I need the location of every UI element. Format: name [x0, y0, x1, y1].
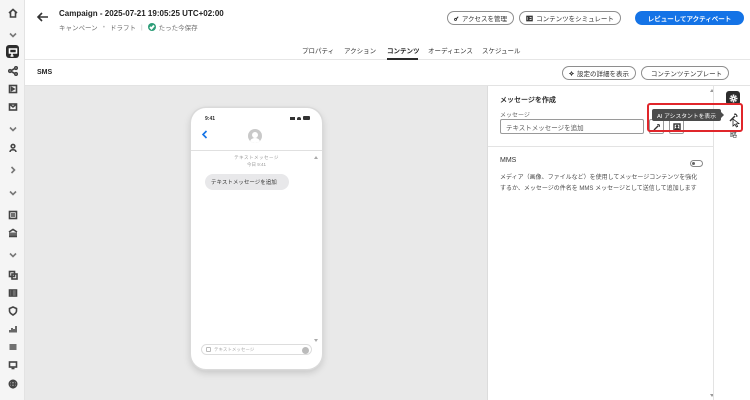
panel-divider [488, 146, 713, 147]
mouse-cursor-icon [732, 118, 741, 128]
chevron-down-icon[interactable] [6, 28, 19, 41]
monitor-icon[interactable] [6, 358, 19, 371]
mms-description: メディア（画像、ファイルなど）を使用してメッセージコンテンツを強化するか、メッセ… [500, 175, 698, 192]
home-icon[interactable] [6, 6, 19, 19]
chevron-down-icon[interactable] [6, 248, 19, 261]
message-timestamp: 今日 9:41 [246, 162, 266, 167]
mms-section-title: MMS [500, 157, 517, 164]
phone-divider [191, 150, 322, 151]
content-icon[interactable] [6, 82, 19, 95]
ai-assistant-tooltip: AI アシスタントを表示 [652, 109, 725, 121]
show-settings-button[interactable]: 設定の詳細を表示 [562, 66, 636, 80]
mms-toggle[interactable] [690, 160, 703, 167]
simulate-content-button[interactable]: コンテンツをシミュレート [519, 11, 621, 25]
scroll-down-arrow[interactable] [314, 339, 318, 342]
chevron-down-icon[interactable] [6, 122, 19, 135]
phone-scrollbar[interactable] [314, 156, 318, 342]
phone-preview: 9:41 テキストメッセージ 今日 9:41 テキストメッセージを追加 テキスト… [191, 108, 322, 369]
tab-audience[interactable]: オーディエンス [428, 45, 473, 55]
manage-access-button[interactable]: アクセスを管理 [447, 11, 514, 25]
journey-icon[interactable] [6, 64, 19, 77]
message-meta: テキストメッセージ [234, 155, 279, 160]
message-field-label: メッセージ [500, 113, 530, 119]
profile-icon[interactable] [6, 141, 19, 154]
phone-time: 9:41 [205, 116, 216, 122]
campaign-icon[interactable] [6, 45, 19, 58]
chevron-right-icon[interactable] [6, 163, 19, 176]
assets-icon[interactable] [6, 268, 19, 281]
compose-message-panel: メッセージを作成 メッセージ テキストメッセージを追加 MMS メディア（画像、… [487, 86, 714, 400]
breadcrumb-separator: • [102, 23, 105, 31]
preview-canvas: 9:41 テキストメッセージ 今日 9:41 テキストメッセージを追加 テキスト… [25, 86, 487, 400]
breadcrumb-separator: | [140, 23, 143, 31]
breadcrumb: キャンペーン • ドラフト | たった今保存 [59, 22, 198, 32]
battery-icon [303, 116, 310, 120]
chevron-left-icon [201, 130, 208, 139]
signal-icon [290, 117, 295, 120]
back-arrow-icon[interactable] [36, 10, 50, 24]
message-input[interactable]: テキストメッセージを追加 [500, 119, 644, 134]
send-icon [302, 346, 309, 354]
globe-icon[interactable] [6, 377, 19, 390]
left-nav-rail [0, 0, 25, 400]
phone-status-icons [290, 116, 310, 120]
check-circle-icon [147, 23, 156, 31]
tab-properties[interactable]: プロパティ [302, 45, 334, 55]
saved-status: たった今保存 [158, 25, 198, 32]
table-icon[interactable] [6, 286, 19, 299]
content-toolbar: SMS 設定の詳細を表示 コンテンツテンプレート [25, 60, 750, 86]
tab-actions[interactable]: アクション [344, 45, 376, 55]
message-icon[interactable] [6, 100, 19, 113]
page-header: Campaign - 2025-07-21 19:05:25 UTC+02:00… [25, 0, 750, 38]
stack-icon[interactable] [6, 340, 19, 353]
tab-schedule[interactable]: スケジュール [482, 45, 521, 55]
shield-icon[interactable] [6, 304, 19, 317]
list-icon[interactable] [6, 208, 19, 221]
content-template-button[interactable]: コンテンツテンプレート [641, 66, 729, 80]
camera-icon [206, 347, 211, 352]
bar-chart-icon[interactable] [6, 322, 19, 335]
page-title: Campaign - 2025-07-21 19:05:25 UTC+02:00 [59, 9, 224, 18]
wifi-icon [297, 117, 301, 120]
chevron-down-icon[interactable] [6, 186, 19, 199]
settings-icon [569, 70, 574, 76]
panel-title: メッセージを作成 [500, 97, 556, 104]
simulate-icon [526, 15, 533, 21]
bank-icon[interactable] [6, 226, 19, 239]
right-tool-rail: 略 [713, 86, 750, 400]
review-activate-button[interactable]: レビューしてアクティベート [635, 11, 744, 25]
breadcrumb-type: キャンペーン [59, 25, 98, 32]
compose-field: テキストメッセージ [201, 344, 312, 355]
key-icon [454, 15, 459, 21]
message-bubble: テキストメッセージを追加 [205, 174, 289, 190]
status-badge: ドラフト [109, 25, 136, 32]
tab-content[interactable]: コンテンツ [387, 45, 420, 55]
scroll-up-arrow[interactable] [314, 156, 318, 159]
tab-bar: プロパティ アクション コンテンツ オーディエンス スケジュール [25, 38, 750, 60]
avatar [248, 129, 262, 143]
channel-label: SMS [37, 69, 53, 76]
